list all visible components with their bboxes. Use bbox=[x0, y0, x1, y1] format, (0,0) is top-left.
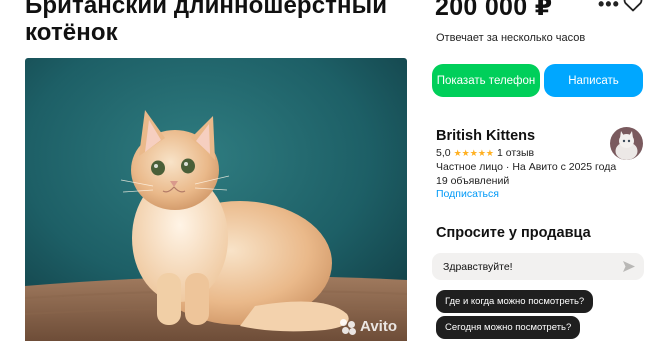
quick-question-chip[interactable]: Где и когда можно посмотреть? bbox=[436, 290, 594, 313]
cat-photo-image bbox=[25, 58, 407, 341]
listing-photo[interactable]: Avito bbox=[25, 58, 407, 341]
heart-icon[interactable] bbox=[623, 0, 643, 17]
send-arrow-icon[interactable] bbox=[622, 260, 636, 278]
quick-question-chip[interactable]: Сегодня можно посмотреть? bbox=[436, 316, 581, 339]
listing-price: 200 000 ₽ bbox=[435, 0, 553, 21]
reviews-count: 1 отзыв bbox=[496, 147, 535, 159]
watermark-text: Avito bbox=[360, 318, 397, 335]
star-icon: ★★★★★ bbox=[453, 147, 494, 158]
more-dots-icon[interactable]: ••• bbox=[598, 0, 620, 15]
seller-name-link[interactable]: British Kittens bbox=[436, 128, 535, 144]
message-input[interactable] bbox=[432, 253, 644, 280]
ask-seller-heading: Спросите у продавца bbox=[436, 225, 591, 241]
seller-type-since: Частное лицо · На Авито с 2025 года bbox=[436, 161, 617, 173]
rating-value: 5,0 bbox=[436, 147, 451, 159]
seller-ads-count[interactable]: 19 объявлений bbox=[436, 175, 509, 187]
write-message-button[interactable]: Написать bbox=[544, 64, 643, 97]
seller-avatar[interactable] bbox=[610, 127, 643, 160]
avito-logo-icon bbox=[340, 318, 357, 335]
seller-rating[interactable]: 5,0 ★★★★★ 1 отзыв bbox=[436, 147, 534, 159]
reply-time-text: Отвечает за несколько часов bbox=[436, 32, 586, 44]
avito-watermark: Avito bbox=[340, 318, 397, 335]
subscribe-link[interactable]: Подписаться bbox=[436, 188, 499, 200]
show-phone-button[interactable]: Показать телефон bbox=[432, 64, 540, 97]
listing-title: Британский длинношёрстный котёнок bbox=[25, 0, 388, 46]
